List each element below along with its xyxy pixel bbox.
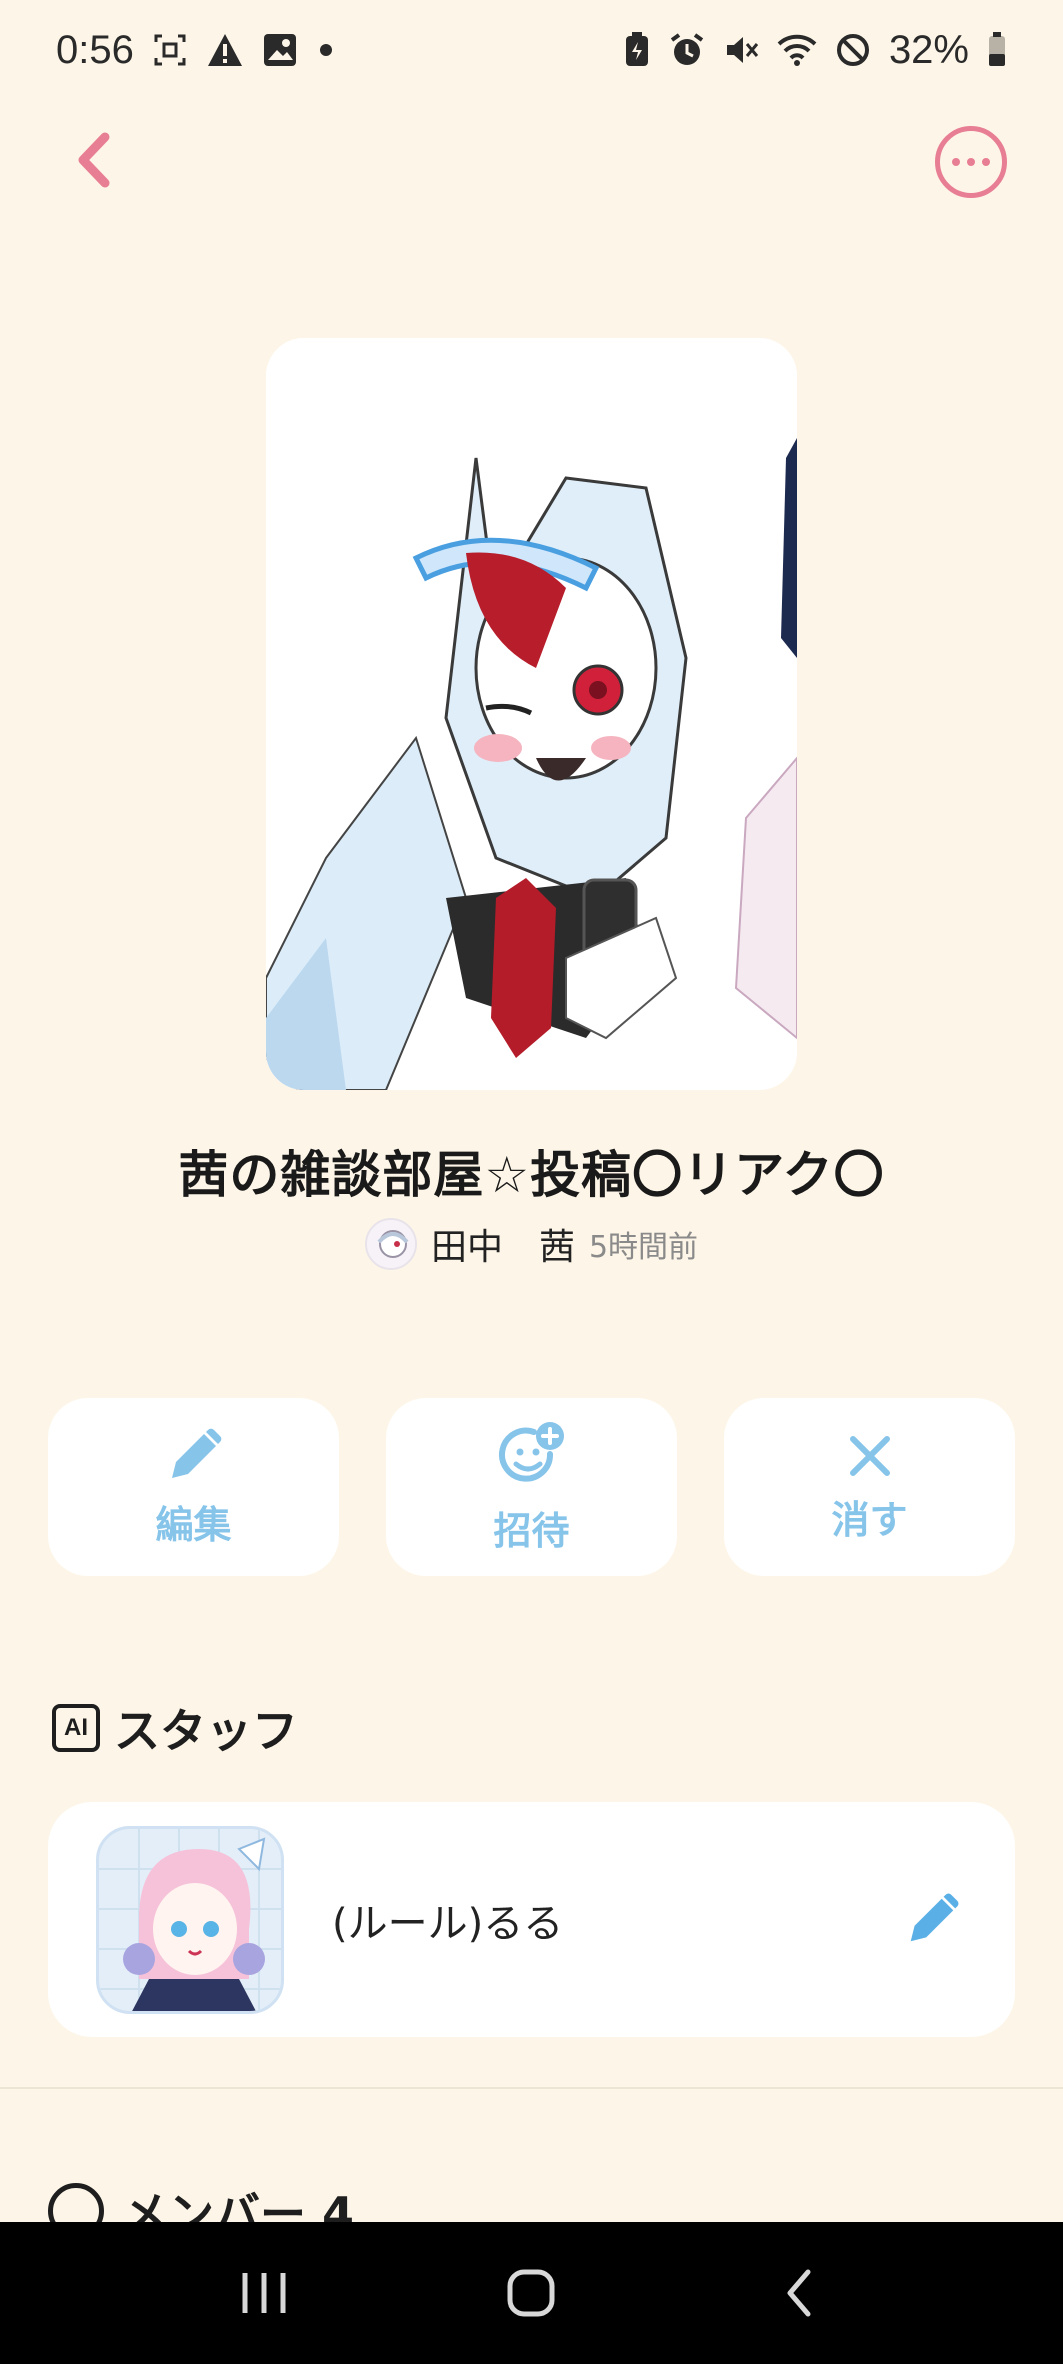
screen: 0:56 32% 茜の雑談部屋☆投稿〇リアク〇 田中 茜 5時間前 編集 招待 … [0, 0, 1063, 2364]
staff-section-header: AI スタッフ [52, 1695, 298, 1761]
image-icon [262, 32, 298, 68]
chevron-left-icon [78, 132, 110, 188]
owner-row[interactable]: 田中 茜 5時間前 [0, 1218, 1063, 1270]
recent-apps-button[interactable] [219, 2248, 309, 2338]
action-buttons: 編集 招待 消す [48, 1398, 1015, 1578]
battery-icon [987, 32, 1007, 68]
edit-label: 編集 [155, 1502, 232, 1547]
ai-badge-icon: AI [52, 1704, 100, 1752]
section-divider [0, 2087, 1063, 2089]
staff-avatar [96, 1825, 284, 2014]
status-time: 0:56 [56, 27, 134, 72]
home-icon [507, 2269, 555, 2317]
mute-icon [723, 32, 759, 68]
room-title: 茜の雑談部屋☆投稿〇リアク〇 [178, 1146, 885, 1204]
status-right: 32% [623, 28, 1007, 73]
battery-percent: 32% [888, 27, 969, 72]
owner-name[interactable]: 田中 茜 [431, 1218, 575, 1270]
system-nav-bar [0, 2222, 1063, 2364]
home-button[interactable] [486, 2248, 576, 2338]
staff-edit-button[interactable] [897, 1885, 967, 1955]
more-button[interactable] [935, 126, 1007, 198]
back-button[interactable] [58, 125, 128, 195]
add-face-icon [498, 1421, 564, 1482]
recent-apps-icon [242, 2273, 286, 2313]
warning-icon [206, 32, 244, 68]
invite-button[interactable]: 招待 [386, 1398, 677, 1576]
delete-label: 消す [831, 1497, 908, 1542]
back-icon [787, 2269, 811, 2317]
invite-label: 招待 [493, 1508, 570, 1553]
alarm-icon [669, 32, 705, 68]
close-icon [849, 1435, 890, 1476]
room-cover-image [266, 338, 797, 1090]
owner-avatar[interactable] [364, 1218, 417, 1270]
post-time: 5時間前 [588, 1230, 699, 1265]
dnd-icon [835, 32, 871, 68]
pencil-icon [910, 1893, 959, 1941]
staff-name: (ルール)るる [332, 1900, 564, 1947]
more-horizontal-icon [952, 158, 960, 166]
system-back-button[interactable] [754, 2248, 844, 2338]
battery-saver-icon [623, 32, 651, 68]
status-left: 0:56 [56, 28, 336, 73]
edit-button[interactable]: 編集 [48, 1398, 339, 1576]
screenshot-icon [152, 32, 188, 68]
staff-section-title: スタッフ [114, 1704, 298, 1758]
staff-card[interactable]: (ルール)るる [48, 1802, 1015, 2037]
delete-button[interactable]: 消す [724, 1398, 1015, 1576]
dot-icon [316, 40, 336, 60]
status-bar: 0:56 32% [0, 0, 1063, 100]
pencil-icon [171, 1428, 221, 1478]
wifi-icon [777, 32, 817, 68]
